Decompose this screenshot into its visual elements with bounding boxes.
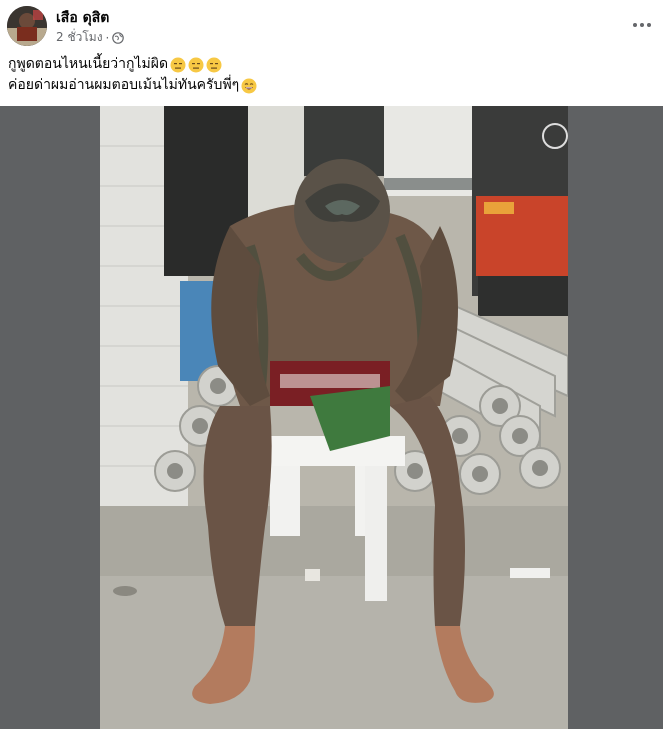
meta-separator: · [105,30,110,45]
more-options-icon [633,23,651,27]
globe-icon [112,31,125,44]
post-photo[interactable] [100,106,568,729]
post-text: กูพูดตอนไหนเนี้ยว่ากูไม่ผิด ค่อยด่าผมอ่า… [8,54,257,96]
post-header: เสือ ดุสิต 2 ชั่วโมง · [0,0,663,50]
author-name[interactable]: เสือ ดุสิต [56,7,109,29]
photo-area [0,106,663,729]
expressionless-face-icon [188,57,204,73]
expressionless-face-icon [170,57,186,73]
post-text-line-1: กูพูดตอนไหนเนี้ยว่ากูไม่ผิด [8,56,169,72]
more-options-button[interactable] [627,10,657,40]
post-text-line: ค่อยด่าผมอ่านผมตอบเม้นไม่ทันครับพี่ๆ [8,75,257,96]
post-time[interactable]: 2 ชั่วโมง [56,28,103,47]
post-text-line: กูพูดตอนไหนเนี้ยว่ากูไม่ผิด [8,54,257,75]
grinning-face-icon [241,78,257,94]
post-meta: 2 ชั่วโมง · [56,28,125,47]
expressionless-face-icon [206,57,222,73]
author-avatar[interactable] [7,6,47,46]
post-text-line-2: ค่อยด่าผมอ่านผมตอบเม้นไม่ทันครับพี่ๆ [8,77,240,93]
